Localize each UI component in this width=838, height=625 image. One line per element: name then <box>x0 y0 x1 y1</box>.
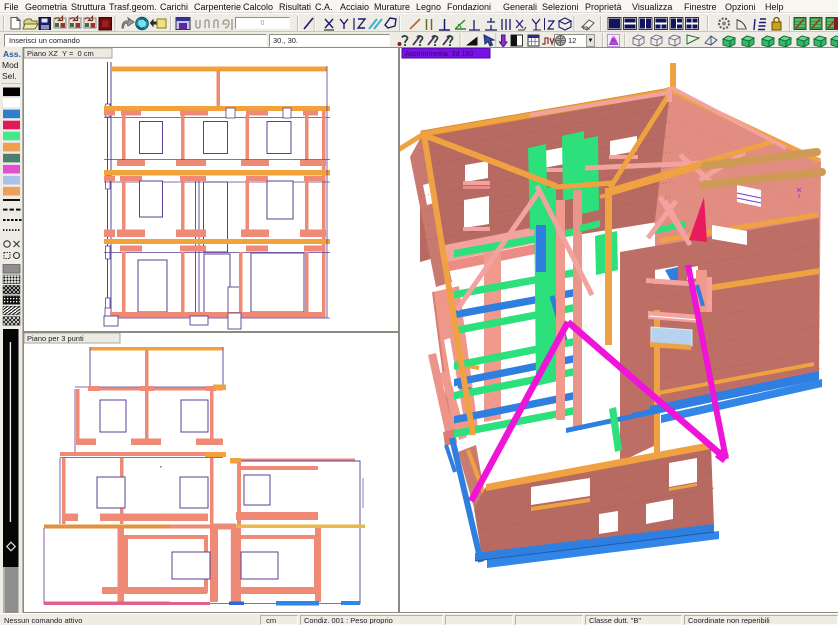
svg-text:Sel.: Sel. <box>2 71 17 81</box>
svg-text:Assonometria 3d 180: Assonometria 3d 180 <box>405 51 473 58</box>
svg-text:Ass.: Ass. <box>3 49 21 59</box>
svg-text:Mod: Mod <box>2 60 19 70</box>
svg-text:Piano per 3 punti: Piano per 3 punti <box>27 334 84 343</box>
svg-text:Piano XZ Y = 0 cm: Piano XZ Y = 0 cm <box>27 49 94 58</box>
